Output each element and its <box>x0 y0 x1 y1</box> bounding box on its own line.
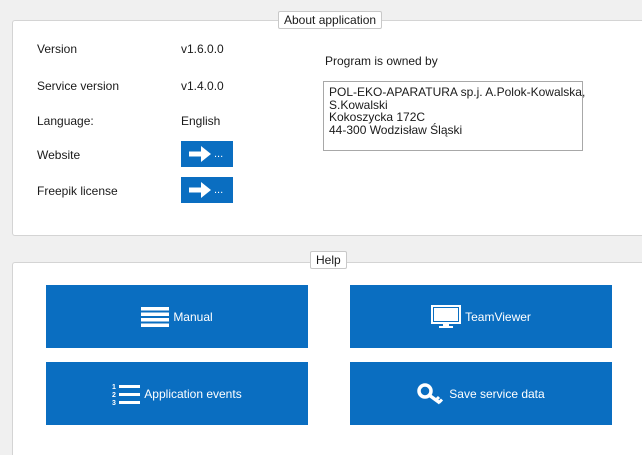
freepik-license-link-button[interactable]: ... <box>181 177 233 203</box>
owner-heading: Program is owned by <box>325 54 438 68</box>
menu-lines-icon <box>141 306 170 327</box>
link-ellipsis: ... <box>214 184 224 196</box>
owner-line: Kokoszycka 172C <box>329 110 426 124</box>
manual-button[interactable]: Manual <box>46 285 308 348</box>
help-title: Help <box>310 251 347 269</box>
svg-text:1: 1 <box>112 384 116 391</box>
version-value: v1.6.0.0 <box>181 42 224 56</box>
website-link-button[interactable]: ... <box>181 141 233 167</box>
owner-line: POL-EKO-APARATURA sp.j. A.Polok-Kowalska… <box>329 85 586 99</box>
owner-line: 44-300 Wodzisław Śląski <box>329 122 463 137</box>
freepik-license-label: Freepik license <box>37 184 118 198</box>
service-version-label: Service version <box>37 79 120 93</box>
numbered-list-icon: 1 2 3 <box>112 384 141 406</box>
website-label: Website <box>37 148 81 162</box>
version-label: Version <box>37 42 78 56</box>
language-label: Language: <box>37 114 94 128</box>
manual-button-label: Manual <box>173 309 213 324</box>
save-service-data-button-label: Save service data <box>449 386 545 401</box>
owner-info-box: POL-EKO-APARATURA sp.j. A.Polok-Kowalska… <box>323 81 586 151</box>
save-service-data-button[interactable]: Save service data <box>350 362 612 425</box>
svg-text:3: 3 <box>112 400 116 406</box>
teamviewer-button-label: TeamViewer <box>465 309 531 324</box>
service-version-value: v1.4.0.0 <box>181 79 224 93</box>
application-events-button[interactable]: 1 2 3 Application events <box>46 362 308 425</box>
application-events-button-label: Application events <box>144 386 242 401</box>
arrow-right-icon <box>189 146 211 162</box>
svg-text:2: 2 <box>112 392 116 399</box>
about-application-title: About application <box>278 11 383 29</box>
language-value: English <box>181 114 221 128</box>
key-icon <box>417 382 444 404</box>
teamviewer-button[interactable]: TeamViewer <box>350 285 612 348</box>
monitor-icon <box>431 304 462 328</box>
link-ellipsis: ... <box>214 148 224 160</box>
arrow-right-icon <box>189 182 211 198</box>
